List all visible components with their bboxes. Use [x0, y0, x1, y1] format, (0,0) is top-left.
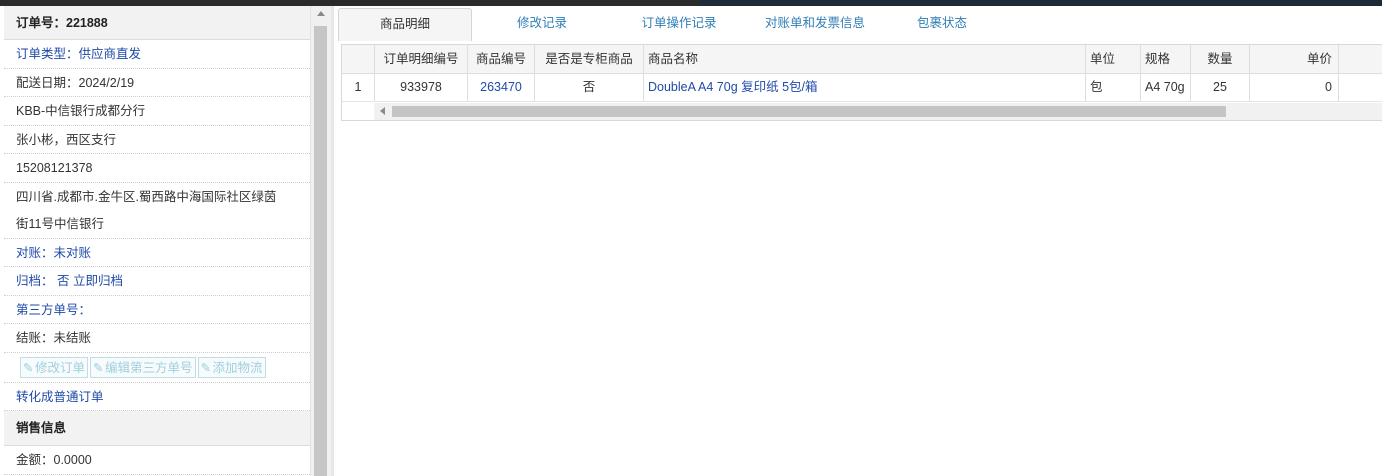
address-line-1: 四川省.成都市.金牛区.蜀西路中海国际社区绿茵 — [16, 189, 277, 204]
edit-order-label: 修改订单 — [35, 360, 86, 375]
grid-scrollbar-thumb[interactable] — [392, 106, 1226, 117]
cell-unit-price: 0 — [1250, 73, 1339, 101]
grid-horizontal-scrollbar[interactable] — [374, 103, 1382, 120]
cell-detail-id: 933978 — [375, 73, 468, 101]
reconcile-status[interactable]: 对账：未对账 — [4, 239, 310, 267]
tab-product-details[interactable]: 商品明细 — [338, 8, 472, 41]
col-unit[interactable]: 单位 — [1086, 45, 1141, 73]
left-panel-scrollbar[interactable] — [311, 6, 331, 476]
order-type: 订单类型：供应商直发 — [4, 40, 310, 69]
edit-order-button[interactable]: ✎ 修改订单 — [20, 356, 89, 378]
address-line-2: 街11号中信银行 — [16, 216, 104, 231]
col-product-name[interactable]: 商品名称 — [644, 45, 1086, 73]
cell-product-name-link[interactable]: DoubleA A4 70g 复印纸 5包/箱 — [644, 73, 1086, 101]
edit-icon: ✎ — [93, 360, 104, 375]
edit-third-party-button[interactable]: ✎ 编辑第三方单号 — [90, 356, 196, 378]
sales-info-header: 销售信息 — [4, 411, 310, 446]
tab-order-operation-log[interactable]: 订单操作记录 — [614, 8, 744, 40]
cell-counter-product: 否 — [535, 73, 644, 101]
col-counter-product[interactable]: 是否是专柜商品 — [535, 45, 644, 73]
table-row[interactable]: 1 933978 263470 否 DoubleA A4 70g 复印纸 5包/… — [342, 73, 1382, 102]
delivery-date: 配送日期：2024/2/19 — [4, 69, 310, 97]
contact-name: 张小彬，西区支行 — [4, 126, 310, 154]
edit-icon: ✎ — [200, 360, 212, 375]
tab-package-status[interactable]: 包裹状态 — [886, 8, 998, 40]
col-detail-id[interactable]: 订单明细编号 — [375, 45, 468, 73]
add-logistics-label: 添加物流 — [212, 360, 263, 375]
scroll-up-arrow-icon[interactable] — [317, 11, 325, 16]
cell-spec: A4 70g — [1141, 73, 1191, 101]
scrollbar-thumb[interactable] — [314, 26, 327, 476]
edit-third-party-label: 编辑第三方单号 — [105, 360, 193, 375]
col-spec[interactable]: 规格 — [1141, 45, 1191, 73]
order-action-buttons: ✎ 修改订单 ✎ 编辑第三方单号 ✎ 添加物流 — [4, 353, 310, 383]
add-logistics-button[interactable]: ✎ 添加物流 — [197, 356, 266, 378]
panel-divider[interactable] — [331, 6, 334, 476]
order-number: 订单号：221888 — [4, 6, 310, 40]
product-detail-grid: 订单明细编号 商品编号 是否是专柜商品 商品名称 单位 规格 数量 单价 1 9… — [341, 44, 1382, 121]
col-unit-price[interactable]: 单价 — [1250, 45, 1339, 73]
cell-unit: 包 — [1086, 73, 1141, 101]
sales-amount: 金额：0.0000 — [4, 446, 310, 475]
col-quantity[interactable]: 数量 — [1191, 45, 1250, 73]
scroll-left-arrow-icon[interactable] — [380, 107, 385, 115]
tab-modification-log[interactable]: 修改记录 — [478, 8, 606, 40]
delivery-address: 四川省.成都市.金牛区.蜀西路中海国际社区绿茵 街11号中信银行 — [4, 183, 310, 239]
contact-phone: 15208121378 — [4, 154, 310, 183]
tab-statement-invoice[interactable]: 对账单和发票信息 — [752, 8, 878, 40]
edit-icon: ✎ — [23, 360, 34, 375]
convert-to-normal-order-link[interactable]: 转化成普通订单 — [4, 383, 310, 411]
settlement-status: 结账：未结账 — [4, 324, 310, 353]
cell-product-id-link[interactable]: 263470 — [468, 73, 535, 101]
col-product-id[interactable]: 商品编号 — [468, 45, 535, 73]
top-strip-right — [700, 0, 1382, 6]
archive-status[interactable]: 归档： 否 立即归档 — [4, 267, 310, 296]
cell-quantity: 25 — [1191, 73, 1250, 101]
order-info-panel: 订单号：221888 订单类型：供应商直发 配送日期：2024/2/19 KBB… — [4, 6, 311, 476]
third-party-number: 第三方单号： — [4, 296, 310, 324]
grid-header: 订单明细编号 商品编号 是否是专柜商品 商品名称 单位 规格 数量 单价 — [342, 45, 1382, 74]
cell-rownum: 1 — [342, 73, 375, 101]
detail-tabs: 商品明细 修改记录 订单操作记录 对账单和发票信息 包裹状态 — [338, 8, 1382, 41]
branch-name: KBB-中信银行成都分行 — [4, 97, 310, 126]
col-rownum — [342, 45, 375, 73]
